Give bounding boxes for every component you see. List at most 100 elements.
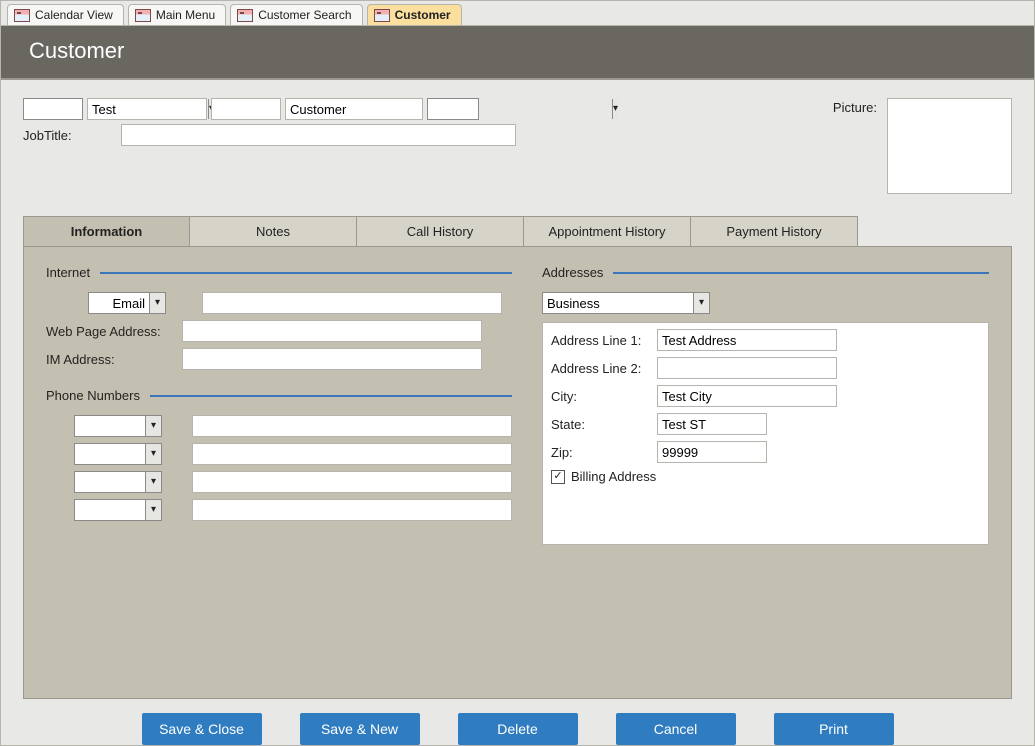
chevron-down-icon[interactable]: ▾ [145,500,161,520]
form-icon [374,9,390,22]
picture-frame[interactable] [887,98,1012,194]
state-input[interactable] [657,413,767,435]
phone-number-input-3[interactable] [192,471,512,493]
tab-body-information: Internet ▾ Web Page Address: [23,247,1012,699]
header-form: ▾ ▾ JobTitle: Picture: [23,98,1012,194]
doc-tab-calendar-view[interactable]: Calendar View [7,4,124,25]
last-name-input[interactable] [285,98,423,120]
address-type-input[interactable] [543,293,693,313]
jobtitle-input[interactable] [121,124,516,146]
phone-number-input-4[interactable] [192,499,512,521]
phone-type-input[interactable] [75,416,145,436]
page-title: Customer [29,38,124,63]
phone-type-input[interactable] [75,500,145,520]
webpage-label: Web Page Address: [46,324,176,339]
tab-payment-history[interactable]: Payment History [691,216,858,246]
form-area: ▾ ▾ JobTitle: Picture: [1,80,1034,746]
doc-tab-customer-search[interactable]: Customer Search [230,4,362,25]
tab-notes[interactable]: Notes [190,216,357,246]
address-line2-input[interactable] [657,357,837,379]
address-line2-label: Address Line 2: [551,361,651,376]
doc-tab-label: Calendar View [35,8,113,22]
phone-type-input[interactable] [75,472,145,492]
phone-number-input-1[interactable] [192,415,512,437]
app-window: Calendar View Main Menu Customer Search … [0,0,1035,746]
tab-information[interactable]: Information [23,216,190,246]
im-label: IM Address: [46,352,176,367]
fieldset-label: Internet [46,265,90,280]
zip-input[interactable] [657,441,767,463]
chevron-down-icon[interactable]: ▾ [145,416,161,436]
divider [100,272,512,274]
fieldset-addresses: Addresses [542,265,989,280]
phone-type-input[interactable] [75,444,145,464]
email-input[interactable] [202,292,502,314]
suffix-input[interactable] [428,99,612,119]
form-icon [237,9,253,22]
form-icon [135,9,151,22]
fieldset-phones: Phone Numbers [46,388,512,403]
phone-type-select-1[interactable]: ▾ [74,415,162,437]
tab-call-history[interactable]: Call History [357,216,524,246]
phone-type-select-2[interactable]: ▾ [74,443,162,465]
webpage-input[interactable] [182,320,482,342]
divider [150,395,512,397]
tab-label: Appointment History [548,224,665,239]
suffix-select[interactable]: ▾ [427,98,479,120]
city-label: City: [551,389,651,404]
middle-name-input[interactable] [211,98,281,120]
cancel-button[interactable]: Cancel [616,713,736,745]
main-tabs: Information Notes Call History Appointme… [23,216,1012,247]
zip-label: Zip: [551,445,651,460]
jobtitle-label: JobTitle: [23,128,113,143]
chevron-down-icon[interactable]: ▾ [693,293,709,313]
email-type-select[interactable]: ▾ [88,292,166,314]
picture-block: Picture: [833,98,1012,194]
doc-tab-label: Customer Search [258,8,351,22]
fieldset-internet: Internet [46,265,512,280]
address-detail-panel: Address Line 1: Address Line 2: City: St… [542,322,989,545]
phone-type-select-3[interactable]: ▾ [74,471,162,493]
billing-address-checkbox[interactable]: ✓ [551,470,565,484]
tab-label: Notes [256,224,290,239]
title-prefix-select[interactable]: ▾ [23,98,83,120]
address-line1-label: Address Line 1: [551,333,651,348]
document-tabs: Calendar View Main Menu Customer Search … [1,1,1034,26]
form-icon [14,9,30,22]
divider [613,272,989,274]
footer-buttons: Save & Close Save & New Delete Cancel Pr… [23,699,1012,746]
print-button[interactable]: Print [774,713,894,745]
tab-label: Call History [407,224,473,239]
address-type-select[interactable]: ▾ [542,292,710,314]
doc-tab-label: Customer [395,8,451,22]
fieldset-label: Addresses [542,265,603,280]
doc-tab-customer[interactable]: Customer [367,4,462,25]
email-type-input[interactable] [89,293,149,313]
page-title-banner: Customer [1,26,1034,80]
fieldset-label: Phone Numbers [46,388,140,403]
address-line1-input[interactable] [657,329,837,351]
doc-tab-label: Main Menu [156,8,215,22]
phone-type-select-4[interactable]: ▾ [74,499,162,521]
billing-address-label: Billing Address [571,469,656,484]
save-close-button[interactable]: Save & Close [142,713,262,745]
chevron-down-icon[interactable]: ▾ [145,472,161,492]
right-column: Addresses ▾ Address Line 1: Address [542,265,989,680]
chevron-down-icon[interactable]: ▾ [145,444,161,464]
picture-label: Picture: [833,98,877,115]
state-label: State: [551,417,651,432]
delete-button[interactable]: Delete [458,713,578,745]
chevron-down-icon[interactable]: ▾ [149,293,165,313]
doc-tab-main-menu[interactable]: Main Menu [128,4,226,25]
city-input[interactable] [657,385,837,407]
left-column: Internet ▾ Web Page Address: [46,265,512,680]
tab-label: Information [71,224,143,239]
first-name-input[interactable] [87,98,207,120]
tab-appointment-history[interactable]: Appointment History [524,216,691,246]
phone-number-input-2[interactable] [192,443,512,465]
save-new-button[interactable]: Save & New [300,713,420,745]
name-block: ▾ ▾ JobTitle: [23,98,823,146]
tab-label: Payment History [726,224,821,239]
chevron-down-icon[interactable]: ▾ [612,99,618,119]
im-input[interactable] [182,348,482,370]
